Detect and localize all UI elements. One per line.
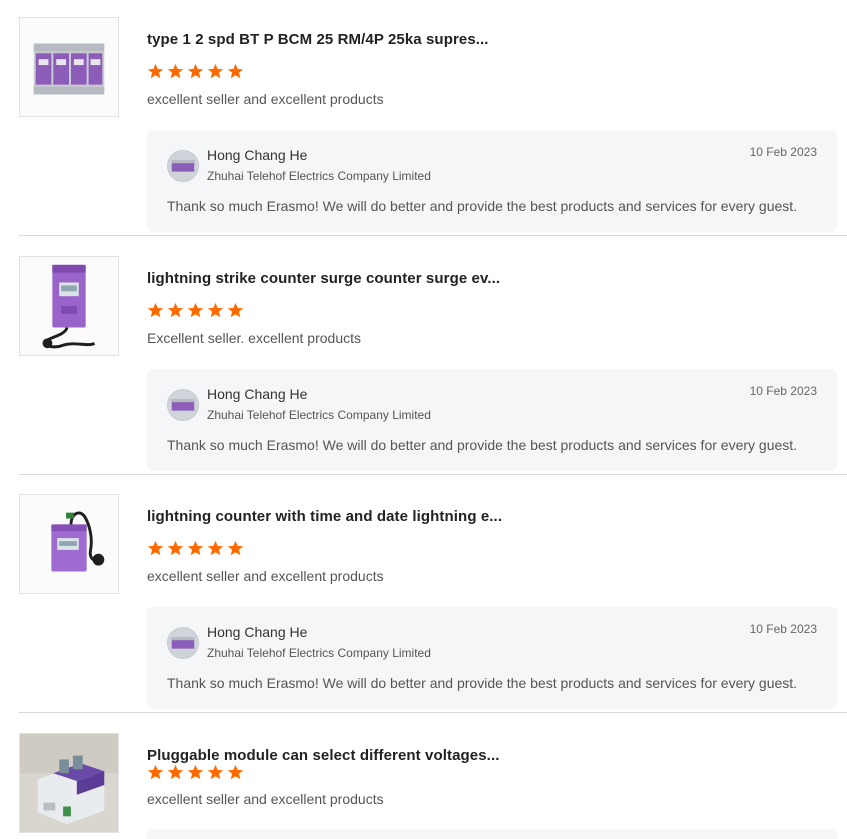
star-icon (227, 764, 244, 780)
review-divider (19, 712, 847, 713)
seller-company[interactable]: Zhuhai Telehof Electrics Company Limited (207, 408, 431, 422)
seller-reply: Hong Chang He Zhuhai Telehof Electrics C… (147, 607, 837, 709)
product-title[interactable]: lightning counter with time and date lig… (147, 508, 502, 525)
reply-text: Thank so much Erasmo! We will do better … (167, 198, 798, 214)
review-comment: excellent seller and excellent products (147, 791, 384, 807)
product-title[interactable]: lightning strike counter surge counter s… (147, 270, 500, 287)
product-thumbnail[interactable] (19, 733, 119, 833)
reply-text: Thank so much Erasmo! We will do better … (167, 437, 798, 453)
product-thumbnail[interactable] (19, 494, 119, 594)
star-icon (207, 63, 224, 79)
seller-avatar (167, 150, 199, 182)
reply-date: 10 Feb 2023 (749, 145, 817, 159)
reply-date: 10 Feb 2023 (749, 384, 817, 398)
star-rating (147, 63, 244, 80)
review-item: lightning counter with time and date lig… (0, 494, 847, 713)
seller-avatar (167, 389, 199, 421)
star-rating (147, 540, 244, 557)
star-icon (147, 302, 164, 318)
seller-reply: Hong Chang He Zhuhai Telehof Electrics C… (147, 130, 837, 232)
product-title[interactable]: type 1 2 spd BT P BCM 25 RM/4P 25ka supr… (147, 31, 489, 48)
surge-protector-4p-icon (20, 18, 118, 116)
star-icon (187, 764, 204, 780)
star-icon (227, 302, 244, 318)
seller-reply (147, 829, 837, 839)
review-item: type 1 2 spd BT P BCM 25 RM/4P 25ka supr… (0, 17, 847, 236)
star-icon (147, 764, 164, 780)
star-icon (167, 764, 184, 780)
star-rating (147, 302, 244, 319)
star-icon (227, 540, 244, 556)
seller-name: Hong Chang He (207, 386, 308, 402)
seller-company[interactable]: Zhuhai Telehof Electrics Company Limited (207, 646, 431, 660)
review-divider (19, 235, 847, 236)
star-icon (207, 540, 224, 556)
reply-date: 10 Feb 2023 (749, 622, 817, 636)
seller-name: Hong Chang He (207, 147, 308, 163)
review-comment: excellent seller and excellent products (147, 91, 384, 107)
review-comment: excellent seller and excellent products (147, 568, 384, 584)
lightning-counter-icon (20, 495, 118, 593)
star-icon (167, 302, 184, 318)
star-icon (207, 764, 224, 780)
star-icon (207, 302, 224, 318)
review-item: lightning strike counter surge counter s… (0, 256, 847, 475)
review-item: Pluggable module can select different vo… (0, 733, 847, 839)
star-icon (167, 540, 184, 556)
seller-company[interactable]: Zhuhai Telehof Electrics Company Limited (207, 169, 431, 183)
star-rating (147, 764, 244, 781)
product-thumbnail[interactable] (19, 256, 119, 356)
star-icon (187, 540, 204, 556)
seller-reply: Hong Chang He Zhuhai Telehof Electrics C… (147, 369, 837, 471)
star-icon (187, 302, 204, 318)
seller-avatar (167, 627, 199, 659)
star-icon (227, 63, 244, 79)
lightning-counter-icon (20, 257, 118, 355)
pluggable-module-icon (20, 734, 118, 832)
star-icon (167, 63, 184, 79)
star-icon (147, 63, 164, 79)
reply-text: Thank so much Erasmo! We will do better … (167, 675, 798, 691)
review-divider (19, 474, 847, 475)
star-icon (187, 63, 204, 79)
product-title[interactable]: Pluggable module can select different vo… (147, 747, 500, 764)
seller-name: Hong Chang He (207, 624, 308, 640)
review-comment: Excellent seller. excellent products (147, 330, 361, 346)
product-thumbnail[interactable] (19, 17, 119, 117)
star-icon (147, 540, 164, 556)
